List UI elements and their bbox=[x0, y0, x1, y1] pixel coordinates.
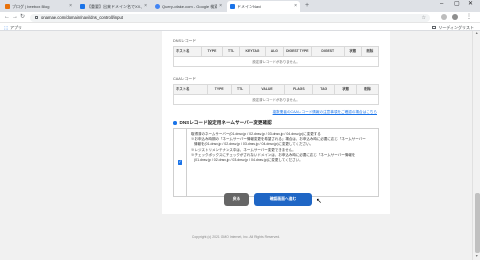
nameserver-title-text: DNSレコード設定用ネームサーバー変更確認 bbox=[179, 120, 272, 125]
address-bar: ← → ↻ onamae.com/domain/navi/dns_control… bbox=[0, 12, 480, 23]
dns-record-table: ホスト名 TYPE TTL KEYTAG ALG DIGEST TYPE DIG… bbox=[173, 46, 380, 67]
column-header: TYPE bbox=[206, 84, 232, 95]
dns-record-label: DNSレコード bbox=[173, 39, 197, 43]
apps-bookmark[interactable]: アプリ bbox=[4, 25, 22, 31]
table-row: 設定済レコードがありません。 bbox=[173, 94, 379, 105]
mouse-cursor-icon: ↖ bbox=[316, 198, 322, 205]
bookmark-star-icon[interactable]: ☆ bbox=[422, 15, 426, 21]
bookmarks-bar: アプリ リーディングリスト bbox=[0, 23, 480, 31]
nameserver-section-title: DNSレコード設定用ネームサーバー変更確認 bbox=[173, 120, 272, 126]
bullet-icon bbox=[173, 121, 177, 125]
column-header: TTL bbox=[230, 84, 250, 95]
forward-arrow-icon[interactable]: → bbox=[12, 14, 18, 20]
tab-favicon-icon bbox=[155, 4, 160, 9]
caa-record-label: CAAレコード bbox=[173, 77, 196, 81]
reload-icon[interactable]: ↻ bbox=[20, 14, 25, 20]
column-header: TAG bbox=[312, 84, 336, 95]
profile-avatar-icon[interactable] bbox=[452, 14, 458, 20]
browser-tab[interactable]: ブログ | beebox Blog × bbox=[2, 1, 75, 12]
back-arrow-icon[interactable]: ← bbox=[4, 14, 10, 20]
extension-icon[interactable] bbox=[441, 14, 447, 20]
apps-grid-icon bbox=[4, 25, 8, 30]
column-header: TTL bbox=[222, 46, 241, 57]
column-header: VALUE bbox=[248, 84, 286, 95]
tab-title: 【重要】出来ドメイン名でXX、お問い合わせ bbox=[87, 3, 142, 9]
tab-title: Query-ofake.com - Google 検索 bbox=[162, 3, 218, 9]
column-header: ホスト名 bbox=[173, 46, 202, 57]
reading-list-button[interactable]: リーディングリスト bbox=[432, 25, 474, 31]
caa-record-table: ホスト名 TYPE TTL VALUE FLAGS TAG 状態 削除 設定済レ… bbox=[173, 84, 379, 105]
reading-list-icon bbox=[432, 26, 437, 29]
url-text: onamae.com/domain/navi/dns_controll/inpu… bbox=[41, 15, 123, 20]
tab-close-icon[interactable]: × bbox=[69, 4, 72, 9]
back-button[interactable]: 戻る bbox=[224, 193, 249, 206]
scrollbar-thumb[interactable] bbox=[474, 193, 480, 253]
browser-tab-strip: ブログ | beebox Blog × 【重要】出来ドメイン名でXX、お問い合わ… bbox=[0, 0, 480, 12]
scroll-down-icon[interactable]: ▼ bbox=[475, 254, 478, 259]
tab-close-icon[interactable]: × bbox=[294, 4, 297, 9]
checkbox-cell: ✓ bbox=[174, 129, 187, 196]
maximize-icon[interactable]: ▢ bbox=[454, 1, 460, 7]
nameserver-confirm-box: ✓ 取得済のネームサーバー(01.dnsv.jp / 02.dnsv.jp / … bbox=[173, 128, 379, 197]
menu-kebab-icon[interactable]: ⋮ bbox=[466, 14, 472, 20]
confirm-next-button[interactable]: 確認画面へ進む bbox=[254, 193, 312, 206]
close-window-icon[interactable]: ✕ bbox=[468, 1, 473, 7]
tab-favicon-icon bbox=[230, 4, 235, 9]
column-header: 状態 bbox=[334, 84, 358, 95]
tab-title: ブログ | beebox Blog bbox=[12, 3, 50, 9]
column-header: KEYTAG bbox=[239, 46, 266, 57]
caa-notice-link[interactable]: 複数業者のCAAレコード情報の注意事項をご確認の場合はこちら bbox=[273, 110, 377, 115]
empty-message: 設定済レコードがありません。 bbox=[173, 56, 379, 67]
footer-copyright: Copyright (c) 2021 GMO Internet, Inc. Al… bbox=[191, 235, 281, 239]
browser-tab[interactable]: Query-ofake.com - Google 検索 × bbox=[152, 1, 225, 12]
column-header: TYPE bbox=[200, 46, 224, 57]
tab-close-icon[interactable]: × bbox=[219, 4, 222, 9]
vertical-scrollbar[interactable]: ▲ ▼ bbox=[472, 31, 480, 260]
url-field[interactable]: onamae.com/domain/navi/dns_controll/inpu… bbox=[30, 13, 430, 22]
minimize-icon[interactable]: – bbox=[440, 1, 443, 7]
table-row: 設定済レコードがありません。 bbox=[173, 56, 379, 67]
new-tab-button[interactable]: + bbox=[305, 2, 309, 9]
column-header: 削除 bbox=[356, 84, 379, 95]
table-header-row: ホスト名 TYPE TTL VALUE FLAGS TAG 状態 削除 bbox=[173, 84, 379, 95]
apps-label: アプリ bbox=[10, 24, 22, 30]
notice-line: (01.dnsv.jp / 02.dnsv.jp / 03.dnsv.jp / … bbox=[194, 158, 303, 163]
browser-tab-active[interactable]: ドメインNavi × bbox=[227, 1, 300, 12]
column-header: 状態 bbox=[343, 46, 362, 57]
table-header-row: ホスト名 TYPE TTL KEYTAG ALG DIGEST TYPE DIG… bbox=[173, 46, 380, 57]
column-header: ホスト名 bbox=[173, 84, 208, 95]
column-header: ALG bbox=[264, 46, 284, 57]
tab-title: ドメインNavi bbox=[237, 3, 262, 9]
nameserver-notice-text: 取得済のネームサーバー(01.dnsv.jp / 02.dnsv.jp / 03… bbox=[187, 129, 370, 196]
tab-favicon-icon bbox=[5, 4, 10, 9]
column-header: FLAGS bbox=[284, 84, 314, 95]
empty-message: 設定済レコードがありません。 bbox=[173, 94, 379, 105]
browser-tab[interactable]: 【重要】出来ドメイン名でXX、お問い合わせ × bbox=[77, 1, 150, 12]
scroll-up-icon[interactable]: ▲ bbox=[475, 31, 478, 36]
column-header: DIGEST bbox=[310, 46, 345, 57]
page-content: DNSレコード ホスト名 TYPE TTL KEYTAG ALG DIGEST … bbox=[0, 31, 472, 260]
lock-icon bbox=[35, 16, 38, 19]
tab-favicon-icon bbox=[80, 4, 85, 9]
nameserver-change-checkbox[interactable]: ✓ bbox=[177, 160, 183, 165]
tab-close-icon[interactable]: × bbox=[144, 4, 147, 9]
column-header: DIGEST TYPE bbox=[282, 46, 312, 57]
reading-list-label: リーディングリスト bbox=[438, 24, 474, 30]
column-header: 削除 bbox=[360, 46, 380, 57]
